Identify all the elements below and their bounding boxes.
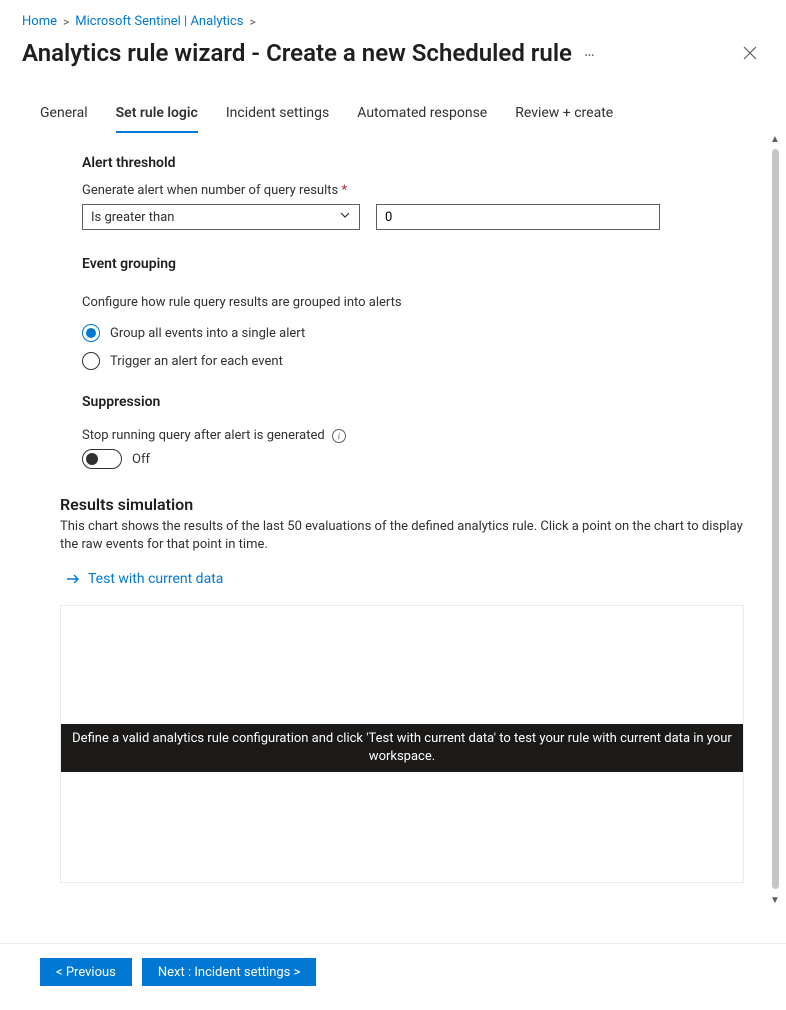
scroll-down-icon[interactable]: ▼ bbox=[770, 894, 780, 908]
chevron-down-icon bbox=[339, 209, 351, 225]
tab-review-create[interactable]: Review + create bbox=[515, 97, 613, 133]
threshold-operator-select[interactable]: Is greater than bbox=[82, 204, 360, 230]
radio-label-each: Trigger an alert for each event bbox=[110, 354, 283, 369]
more-icon[interactable]: … bbox=[584, 43, 596, 59]
radio-icon-checked bbox=[82, 324, 100, 342]
section-event-grouping-title: Event grouping bbox=[82, 256, 744, 272]
toggle-thumb bbox=[86, 453, 98, 465]
arrow-right-icon bbox=[66, 572, 80, 586]
tab-general[interactable]: General bbox=[40, 97, 88, 133]
radio-trigger-each-event[interactable]: Trigger an alert for each event bbox=[82, 352, 744, 370]
breadcrumb-separator: > bbox=[63, 15, 69, 29]
close-icon bbox=[743, 46, 757, 60]
section-results-title: Results simulation bbox=[60, 495, 744, 514]
close-button[interactable] bbox=[736, 39, 764, 67]
previous-button[interactable]: < Previous bbox=[40, 958, 132, 986]
tab-automated-response[interactable]: Automated response bbox=[357, 97, 487, 133]
test-link-label: Test with current data bbox=[88, 571, 223, 587]
page-header: Analytics rule wizard - Create a new Sch… bbox=[0, 35, 786, 79]
section-suppression-title: Suppression bbox=[82, 394, 744, 410]
suppression-label: Stop running query after alert is genera… bbox=[82, 428, 744, 443]
chart-overlay-message: Define a valid analytics rule configurat… bbox=[61, 724, 743, 772]
threshold-value-input[interactable] bbox=[376, 204, 660, 230]
results-desc: This chart shows the results of the last… bbox=[60, 518, 744, 554]
scroll-up-icon[interactable]: ▲ bbox=[770, 133, 780, 147]
info-icon[interactable]: i bbox=[332, 429, 346, 443]
results-chart-placeholder: Define a valid analytics rule configurat… bbox=[60, 605, 744, 883]
breadcrumb-home[interactable]: Home bbox=[22, 14, 57, 29]
content-area: Alert threshold Generate alert when numb… bbox=[0, 133, 786, 908]
next-button[interactable]: Next : Incident settings > bbox=[142, 958, 317, 986]
section-alert-threshold-title: Alert threshold bbox=[82, 155, 744, 171]
wizard-footer: < Previous Next : Incident settings > bbox=[0, 943, 786, 1010]
required-asterisk: * bbox=[341, 183, 347, 198]
wizard-tabs: General Set rule logic Incident settings… bbox=[0, 97, 786, 133]
radio-label-single: Group all events into a single alert bbox=[110, 326, 305, 341]
breadcrumb-separator: > bbox=[249, 15, 255, 29]
suppression-toggle-state: Off bbox=[132, 452, 150, 467]
threshold-operator-value: Is greater than bbox=[91, 210, 174, 225]
breadcrumb: Home > Microsoft Sentinel | Analytics > bbox=[0, 0, 786, 35]
radio-icon-unchecked bbox=[82, 352, 100, 370]
breadcrumb-sentinel[interactable]: Microsoft Sentinel | Analytics bbox=[75, 14, 243, 29]
page-title: Analytics rule wizard - Create a new Sch… bbox=[22, 39, 572, 67]
alert-threshold-label-text: Generate alert when number of query resu… bbox=[82, 183, 338, 198]
alert-threshold-label: Generate alert when number of query resu… bbox=[82, 183, 744, 198]
test-with-current-data-link[interactable]: Test with current data bbox=[66, 571, 744, 587]
tab-set-rule-logic[interactable]: Set rule logic bbox=[116, 97, 198, 133]
scrollbar[interactable]: ▲ ▼ bbox=[768, 133, 782, 908]
event-grouping-desc: Configure how rule query results are gro… bbox=[82, 294, 744, 312]
suppression-label-text: Stop running query after alert is genera… bbox=[82, 428, 325, 443]
scroll-thumb[interactable] bbox=[772, 149, 779, 889]
tab-incident-settings[interactable]: Incident settings bbox=[226, 97, 329, 133]
radio-group-single-alert[interactable]: Group all events into a single alert bbox=[82, 324, 744, 342]
suppression-toggle[interactable] bbox=[82, 449, 122, 469]
